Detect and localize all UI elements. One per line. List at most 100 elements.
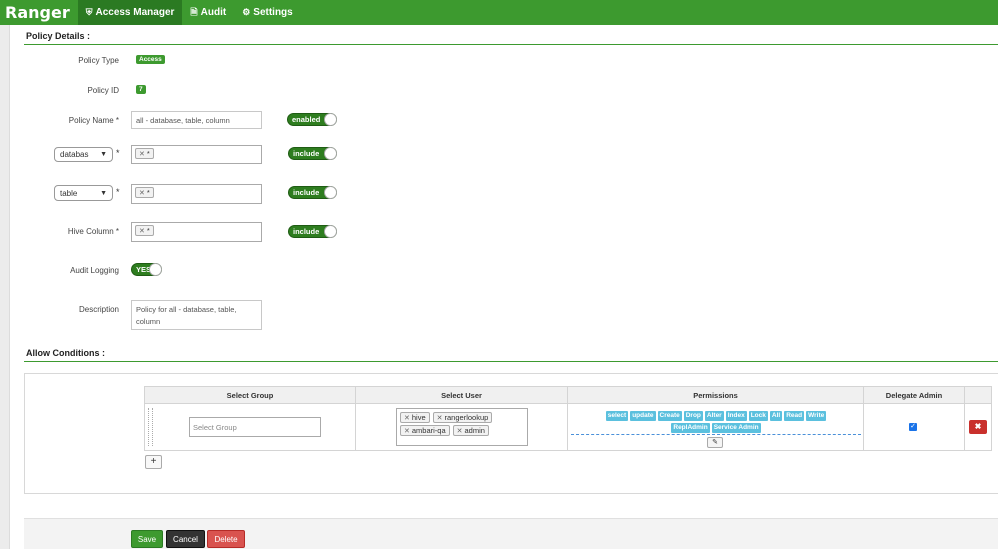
policy-type-badge: Access	[136, 55, 165, 64]
permission-badge: update	[630, 411, 656, 421]
audit-logging-toggle[interactable]: YES	[131, 263, 162, 276]
permission-badge: All	[769, 411, 783, 421]
description-label: Description	[78, 305, 119, 314]
remove-row-button[interactable]: ✖	[969, 420, 987, 434]
resource-database-select[interactable]: databas ▼	[54, 147, 113, 162]
add-condition-button[interactable]: +	[145, 455, 162, 469]
nav-settings-label: Settings	[253, 7, 293, 18]
brand-logo[interactable]: Ranger	[0, 3, 78, 22]
remove-icon[interactable]: ✕	[139, 189, 145, 197]
cancel-button[interactable]: Cancel	[166, 530, 205, 548]
permission-badge: Lock	[748, 411, 768, 421]
save-button[interactable]: Save	[131, 530, 163, 548]
user-tag[interactable]: ✕ admin	[452, 425, 489, 436]
database-include-toggle-label: include	[293, 149, 320, 158]
permissions-cell: select update Create Drop Alter Index Lock All R…	[567, 403, 864, 451]
permission-badge: ReplAdmin	[671, 423, 710, 433]
shield-icon: ⛨	[85, 7, 93, 17]
user-tag[interactable]: ✕ ambari-qa	[400, 425, 450, 436]
policy-details-title: Policy Details :	[26, 31, 91, 41]
user-tag-label: hive	[411, 413, 426, 422]
user-tag-label: rangerlookup	[444, 413, 489, 422]
hive-column-include-toggle-label: include	[293, 227, 320, 236]
required-star: *	[116, 187, 120, 197]
policy-id-label: Policy ID	[87, 86, 119, 95]
permission-badge: Write	[806, 411, 827, 421]
close-icon: ✖	[974, 422, 982, 431]
left-gutter	[0, 25, 10, 549]
resource-table-select[interactable]: table ▼	[54, 185, 113, 201]
permissions-divider	[571, 434, 861, 435]
delegate-admin-cell: ✓	[863, 403, 965, 451]
delete-button[interactable]: Delete	[207, 530, 245, 548]
resource-table-select-value: table	[60, 188, 78, 198]
user-tag-label: admin	[464, 426, 485, 435]
permission-badge: Read	[784, 411, 805, 421]
allow-conditions-table: Select Group Select User Permissions Del…	[144, 386, 992, 451]
hive-column-tag-input[interactable]: ✕ *	[131, 222, 262, 242]
drag-handle[interactable]	[148, 408, 153, 446]
permission-badge: select	[605, 411, 629, 421]
col-select-group: Select Group	[144, 386, 356, 404]
database-include-toggle[interactable]: include	[288, 147, 337, 160]
toggle-knob	[324, 113, 337, 126]
database-tag[interactable]: ✕ *	[135, 148, 154, 159]
database-tag-input[interactable]: ✕ *	[131, 145, 262, 164]
allow-conditions-title: Allow Conditions :	[26, 348, 105, 358]
description-textarea[interactable]: Policy for all - database, table, column	[131, 300, 262, 330]
permission-badge: Alter	[704, 411, 724, 421]
database-tag-value: *	[146, 149, 150, 158]
hive-column-label: Hive Column *	[67, 227, 119, 236]
policy-name-input[interactable]: all - database, table, column	[131, 111, 262, 129]
policy-name-label: Policy Name *	[68, 116, 119, 125]
top-navbar: Ranger ⛨ Access Manager 🗎 Audit ⚙ Settin…	[0, 0, 998, 25]
permissions-list[interactable]: select update Create Drop Alter Index Lock All R…	[571, 409, 861, 433]
remove-icon[interactable]: ✕	[139, 150, 145, 158]
delegate-admin-checkbox[interactable]: ✓	[909, 423, 917, 431]
table-tag-value: *	[146, 188, 150, 197]
user-tag[interactable]: ✕ rangerlookup	[432, 412, 493, 423]
toggle-knob	[149, 263, 162, 276]
policy-id-badge: 7	[136, 85, 146, 94]
chevron-down-icon: ▼	[100, 189, 107, 197]
permission-badge: Service Admin	[711, 423, 761, 433]
policy-enabled-toggle[interactable]: enabled	[287, 113, 337, 126]
select-group-input[interactable]: Select Group	[189, 417, 321, 437]
gear-icon: ⚙	[242, 7, 251, 17]
actions-cell: ✖	[964, 403, 992, 451]
hive-column-tag-value: *	[146, 226, 150, 235]
remove-icon[interactable]: ✕	[404, 427, 410, 435]
remove-icon[interactable]: ✕	[457, 427, 463, 435]
user-tag[interactable]: ✕ hive	[400, 412, 430, 423]
select-user-input[interactable]: ✕ hive ✕ rangerlookup ✕ ambari-qa ✕ admin	[396, 408, 528, 446]
pencil-icon: ✎	[712, 439, 718, 446]
hive-column-tag[interactable]: ✕ *	[135, 225, 154, 236]
table-tag[interactable]: ✕ *	[135, 187, 154, 198]
policy-enabled-toggle-label: enabled	[292, 115, 321, 124]
resource-database-select-value: databas	[60, 150, 89, 159]
toggle-knob	[324, 186, 337, 199]
nav-access-manager-label: Access Manager	[95, 7, 175, 18]
table-include-toggle-label: include	[293, 188, 320, 197]
user-cell: ✕ hive ✕ rangerlookup ✕ ambari-qa ✕ admin	[355, 403, 568, 451]
edit-permissions-button[interactable]: ✎	[707, 437, 723, 448]
remove-icon[interactable]: ✕	[437, 414, 443, 422]
remove-icon[interactable]: ✕	[404, 414, 410, 422]
table-include-toggle[interactable]: include	[288, 186, 337, 199]
permission-badge: Create	[657, 411, 682, 421]
hive-column-include-toggle[interactable]: include	[288, 225, 337, 238]
col-actions	[964, 386, 992, 404]
table-row: Select Group ✕ hive ✕ rangerlookup ✕ ambari-…	[144, 403, 992, 451]
audit-logging-label: Audit Logging	[70, 266, 119, 275]
nav-audit[interactable]: 🗎 Audit	[182, 0, 234, 25]
permission-badge: Index	[725, 411, 747, 421]
nav-access-manager[interactable]: ⛨ Access Manager	[77, 0, 183, 25]
required-star: *	[116, 148, 120, 158]
remove-icon[interactable]: ✕	[139, 227, 145, 235]
chevron-down-icon: ▼	[100, 151, 107, 158]
permission-badge: Drop	[683, 411, 703, 421]
policy-type-label: Policy Type	[78, 56, 119, 65]
nav-settings[interactable]: ⚙ Settings	[234, 0, 301, 25]
table-tag-input[interactable]: ✕ *	[131, 184, 262, 204]
col-select-user: Select User	[355, 386, 568, 404]
